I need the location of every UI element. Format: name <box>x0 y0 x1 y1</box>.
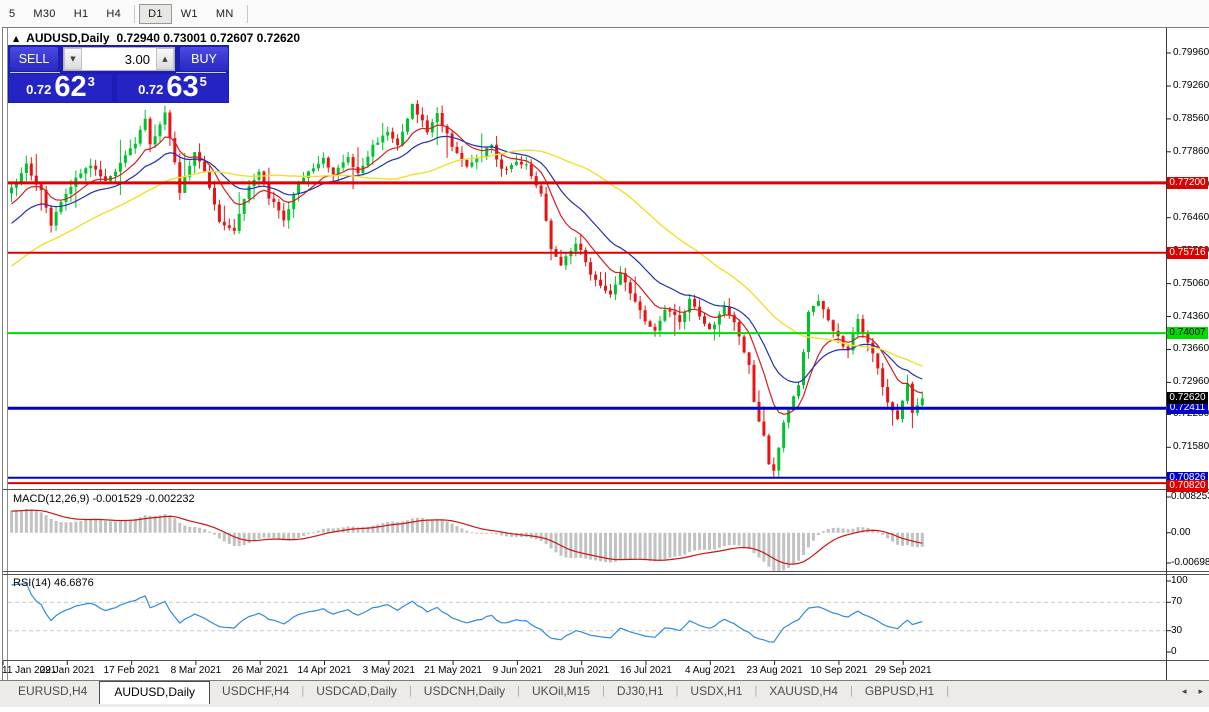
chart-canvas <box>0 27 1209 681</box>
tab-usdcnh-daily[interactable]: USDCNH,Daily <box>412 681 517 702</box>
tab-separator: | <box>946 685 950 697</box>
timeframe-toolbar: 5 M30 H1 H4 D1 W1 MN <box>0 0 1209 27</box>
timeframe-d1[interactable]: D1 <box>139 3 172 24</box>
buy-price-big: 63 <box>166 71 199 103</box>
buy-button[interactable]: BUY <box>180 47 228 71</box>
timeframe-5[interactable]: 5 <box>0 4 24 24</box>
trade-panel-top-row: SELL ▼ ▲ BUY <box>9 46 228 72</box>
volume-decrease-button[interactable]: ▼ <box>64 48 82 70</box>
tab-scroll-controls: ◂ ▸ <box>1182 687 1203 697</box>
timeframe-h4[interactable]: H4 <box>97 4 130 24</box>
sell-underline <box>10 72 60 73</box>
tab-xauusd-h4[interactable]: XAUUSD,H4 <box>757 681 850 702</box>
one-click-trading-panel: SELL ▼ ▲ BUY 0.72 62 3 0.72 63 5 <box>8 45 229 103</box>
buy-price-box[interactable]: 0.72 63 5 <box>117 71 228 103</box>
timeframe-m30[interactable]: M30 <box>24 4 64 24</box>
tab-gbpusd-h1[interactable]: GBPUSD,H1 <box>853 681 946 702</box>
sell-price-box[interactable]: 0.72 62 3 <box>9 71 112 103</box>
trade-panel-price-row: 0.72 62 3 0.72 63 5 <box>9 71 228 103</box>
tab-eurusd-h4[interactable]: EURUSD,H4 <box>6 681 99 702</box>
tab-audusd-daily[interactable]: AUDUSD,Daily <box>99 681 211 704</box>
price-axis[interactable] <box>1167 28 1209 660</box>
chart-plot-area[interactable] <box>0 0 1209 707</box>
chart-tab-bar: EURUSD,H4 AUDUSD,Daily USDCHF,H4 | USDCAD,Da… <box>0 681 1209 707</box>
toolbar-separator <box>134 4 136 23</box>
toolbar-separator <box>246 4 248 23</box>
timeframe-w1[interactable]: W1 <box>172 4 207 24</box>
sell-button[interactable]: SELL <box>10 47 58 71</box>
tab-scroll-right-arrow-icon[interactable]: ▸ <box>1198 687 1203 697</box>
timeframe-mn[interactable]: MN <box>207 4 243 24</box>
sell-price-pip: 3 <box>87 74 95 89</box>
time-axis[interactable] <box>3 661 1166 680</box>
buy-price-prefix: 0.72 <box>138 82 164 97</box>
volume-input[interactable] <box>82 48 156 70</box>
tab-dj30-h1[interactable]: DJ30,H1 <box>605 681 676 702</box>
tab-usdchf-h4[interactable]: USDCHF,H4 <box>210 681 301 702</box>
sell-price-prefix: 0.72 <box>26 82 52 97</box>
sell-price-big: 62 <box>54 71 87 103</box>
tab-scroll-left-arrow-icon[interactable]: ◂ <box>1182 687 1187 697</box>
tab-usdcad-daily[interactable]: USDCAD,Daily <box>304 681 409 702</box>
buy-price-pip: 5 <box>199 74 207 89</box>
tab-usdx-h1[interactable]: USDX,H1 <box>678 681 754 702</box>
volume-spinner: ▼ ▲ <box>63 47 175 71</box>
timeframe-h1[interactable]: H1 <box>65 4 98 24</box>
volume-increase-button[interactable]: ▲ <box>156 48 174 70</box>
tab-ukoil-m15[interactable]: UKOil,M15 <box>520 681 602 702</box>
